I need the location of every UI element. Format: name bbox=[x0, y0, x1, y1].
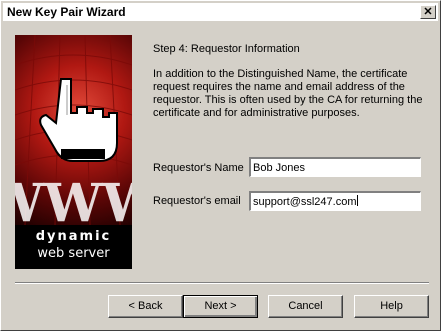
requestor-name-label: Requestor's Name bbox=[153, 162, 244, 174]
window-title: New Key Pair Wizard bbox=[7, 5, 126, 19]
wizard-window: New Key Pair Wizard ✕ WWW dynamic web se… bbox=[0, 0, 441, 331]
pointing-hand-icon: WWW bbox=[15, 35, 132, 225]
cancel-button[interactable]: Cancel bbox=[268, 295, 343, 318]
wizard-banner-image: WWW dynamic web server bbox=[15, 35, 132, 269]
next-button[interactable]: Next > bbox=[183, 295, 258, 318]
banner-line-1: dynamic bbox=[35, 229, 112, 244]
requestor-email-input[interactable]: support@ssl247.com bbox=[249, 191, 421, 211]
requestor-email-value: support@ssl247.com bbox=[253, 196, 357, 208]
separator bbox=[15, 282, 429, 284]
back-button[interactable]: < Back bbox=[108, 295, 183, 318]
banner-caption: dynamic web server bbox=[15, 225, 132, 269]
text-caret bbox=[356, 195, 358, 206]
title-bar[interactable]: New Key Pair Wizard ✕ bbox=[3, 3, 438, 21]
step-title: Step 4: Requestor Information bbox=[153, 43, 300, 55]
requestor-name-value: Bob Jones bbox=[253, 162, 305, 174]
help-button[interactable]: Help bbox=[354, 295, 429, 318]
close-icon: ✕ bbox=[423, 6, 433, 18]
banner-www-letters: WWW bbox=[15, 173, 132, 225]
requestor-name-input[interactable]: Bob Jones bbox=[249, 157, 421, 177]
requestor-email-label: Requestor's email bbox=[153, 195, 241, 207]
banner-line-2: web server bbox=[37, 246, 110, 261]
close-button[interactable]: ✕ bbox=[420, 5, 436, 19]
step-description: In addition to the Distinguished Name, t… bbox=[153, 68, 423, 119]
